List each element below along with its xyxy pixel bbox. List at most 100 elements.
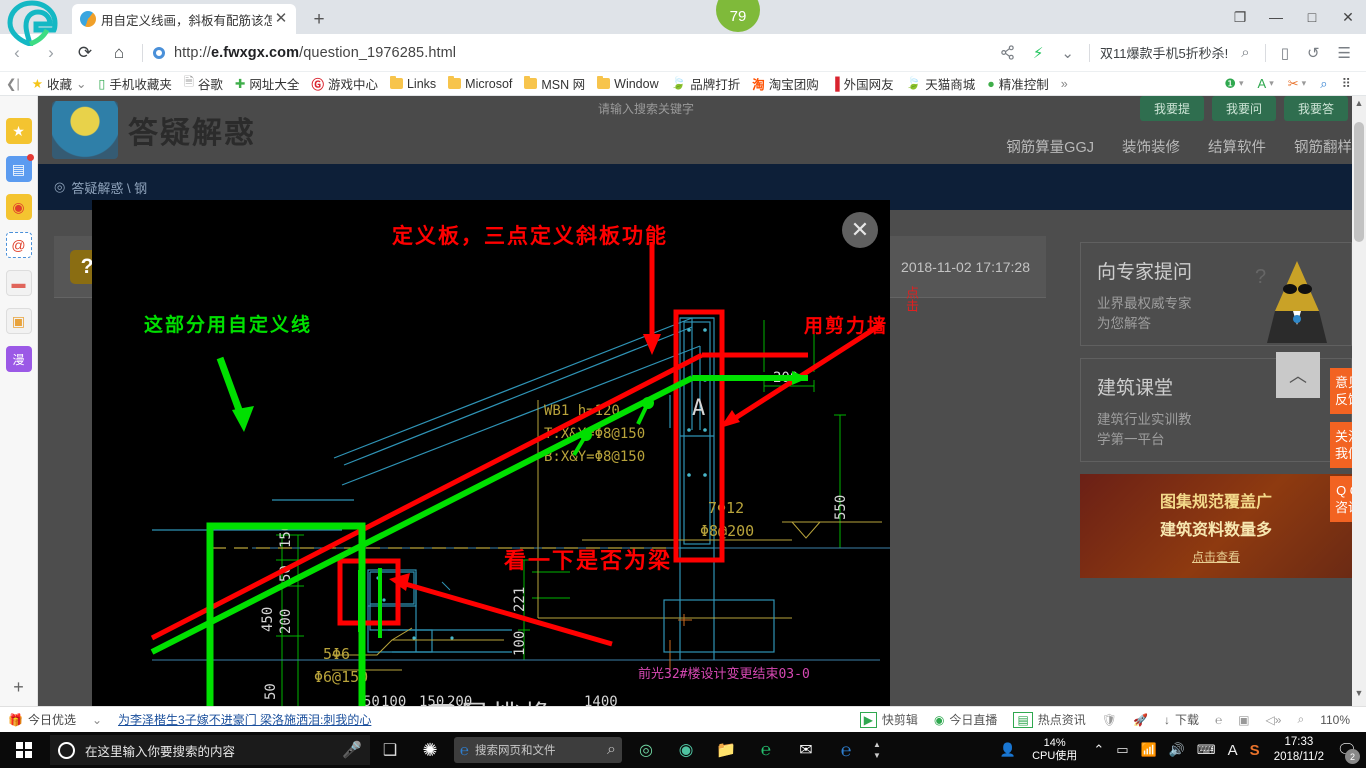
battery-icon[interactable]: ▭ <box>1110 742 1134 758</box>
taskbar-clock[interactable]: 17:33 2018/11/2 <box>1266 735 1332 765</box>
rail-item-news[interactable]: ▤ <box>5 154 34 182</box>
shield-icon[interactable]: 🛡 <box>1094 713 1125 727</box>
mic-icon[interactable]: 🎤 <box>342 740 362 760</box>
tab-close-icon[interactable]: ✕ <box>272 10 290 28</box>
edge-search-box[interactable]: ℮ 搜索网页和文件 ⌕ <box>454 737 622 763</box>
search-icon[interactable]: ⌕ <box>1289 712 1312 727</box>
rail-item-notes[interactable]: ▣ <box>5 308 32 334</box>
rail-item-weibo[interactable]: ◉ <box>5 194 32 220</box>
scissors-icon[interactable]: ✂ ▾ <box>1281 76 1313 92</box>
bookmark-tmall[interactable]: 🍃 天猫商城 <box>900 74 982 93</box>
live-today-button[interactable]: ◉ 今日直播 <box>926 711 1006 728</box>
cpu-usage-indicator[interactable]: 14% CPU使用 <box>1022 737 1087 763</box>
site-nav-item-settlement[interactable]: 结算软件 <box>1194 136 1280 157</box>
bookmark-microsoft[interactable]: Microsof <box>442 76 518 91</box>
window-restore-button[interactable]: ❐ <box>1222 0 1258 34</box>
bookmark-taobao-group[interactable]: 淘 淘宝团购 <box>746 74 825 93</box>
address-bar[interactable]: http://e.fwxgx.com/question_1976285.html <box>149 38 749 68</box>
bookmark-window[interactable]: Window <box>591 76 664 91</box>
window-minimize-button[interactable]: — <box>1258 0 1294 34</box>
rail-add-button[interactable]: + <box>13 677 24 698</box>
search-icon[interactable]: ⌕ <box>607 741 616 759</box>
site-button-answer[interactable]: 我要答 <box>1283 96 1348 121</box>
news-headline-link[interactable]: 为李泽楷生3子嫁不进豪门 梁洛施洒泪:刺我的心 <box>110 711 379 728</box>
scroll-down-arrow-icon[interactable]: ▼ <box>1352 688 1366 704</box>
bookmark-precise-control[interactable]: ● 精准控制 <box>981 74 1055 93</box>
taskbar-cortana-icon[interactable]: ◎ <box>626 732 666 768</box>
bookmark-msn[interactable]: MSN 网 <box>518 74 591 93</box>
menu-icon[interactable]: ☰ <box>1329 38 1360 68</box>
search-icon[interactable]: ⌕ <box>1232 38 1258 68</box>
new-tab-button[interactable]: + <box>306 8 332 34</box>
bookmark-links[interactable]: Links <box>384 76 442 91</box>
keyboard-icon[interactable]: ⌨ <box>1191 742 1222 758</box>
window-close-button[interactable]: ✕ <box>1330 0 1366 34</box>
chevron-down-icon[interactable]: ⌄ <box>1052 38 1083 68</box>
ime-icon[interactable]: A <box>1222 742 1244 759</box>
card-ask-expert[interactable]: 向专家提问 业界最权威专家 为您解答 ? <box>1080 242 1352 346</box>
wifi-icon[interactable]: 📶 <box>1135 742 1163 758</box>
rail-item-mail[interactable]: @ <box>5 232 32 258</box>
bookmark-google[interactable]: 🗎 谷歌 <box>178 73 229 94</box>
taskbar-search-input[interactable]: 在这里输入你要搜索的内容 🎤 <box>50 735 370 765</box>
video-edit-button[interactable]: ▶ 快剪辑 <box>852 711 926 728</box>
download-button[interactable]: ↓ 下载 <box>1156 711 1207 728</box>
task-view-button[interactable]: ❑ <box>370 732 410 768</box>
tray-expand-icon[interactable]: ⌃ <box>1087 742 1110 758</box>
site-nav-item-decoration[interactable]: 装饰装修 <box>1108 136 1194 157</box>
browser-tab[interactable]: 用自定义线画，斜板有配筋该怎么 ✕ <box>72 4 296 34</box>
magnifier-icon[interactable]: ⌕ <box>1313 76 1334 92</box>
today-deals-button[interactable]: 🎁 今日优选 <box>0 711 84 728</box>
apps-grid-icon[interactable]: ⠿ <box>1334 76 1358 92</box>
window-icon[interactable]: ▣ <box>1230 713 1257 727</box>
promo-text[interactable]: 双11爆款手机5折秒杀! <box>1096 43 1232 62</box>
scrollbar-thumb[interactable] <box>1354 122 1364 242</box>
volume-icon[interactable]: 🔊 <box>1163 742 1191 758</box>
status-chevron-icon[interactable]: ⌄ <box>84 713 110 727</box>
taskbar-mail-icon[interactable]: ✉ <box>786 732 826 768</box>
lightning-icon[interactable]: ⚡ <box>1024 38 1053 68</box>
notification-center-button[interactable]: 🗨 2 <box>1332 732 1362 768</box>
taskbar-chrome-icon[interactable]: ◉ <box>666 732 706 768</box>
translate-icon[interactable]: A ▾ <box>1251 76 1281 91</box>
site-button-question[interactable]: 我要问 <box>1211 96 1276 121</box>
reload-icon[interactable]: ⟳ <box>68 38 102 68</box>
chevron-down-icon[interactable]: ⌄ <box>76 76 86 91</box>
bookmarks-collapse-button[interactable]: ❮| <box>0 76 26 91</box>
ie-icon[interactable]: ℮ <box>1207 713 1230 727</box>
volume-icon[interactable]: ◁» <box>1258 713 1290 727</box>
bookmark-game-center[interactable]: Ⓖ 游戏中心 <box>305 74 384 93</box>
bookmarks-overflow-button[interactable]: » <box>1055 77 1074 91</box>
rail-item-favorites[interactable]: ★ <box>5 118 32 144</box>
scroll-up-arrow-icon[interactable]: ▲ <box>1352 98 1366 114</box>
rail-item-comics[interactable]: 漫 <box>5 346 32 372</box>
hot-news-button[interactable]: ▤ 热点资讯 <box>1005 711 1093 728</box>
back-to-top-button[interactable]: ︿ <box>1276 352 1320 398</box>
share-icon[interactable] <box>991 38 1024 68</box>
site-button-ask[interactable]: 我要提 <box>1139 96 1204 121</box>
bookmark-foreign-friends[interactable]: ▐ 外国网友 <box>825 74 900 93</box>
start-button[interactable] <box>0 732 48 768</box>
taskbar-app-icon[interactable]: ✺ <box>410 732 450 768</box>
people-icon[interactable]: 👤 <box>994 742 1022 758</box>
taskbar-scroll-arrows[interactable]: ▲ ▼ <box>866 739 888 761</box>
home-icon[interactable]: ⌂ <box>102 38 136 68</box>
bookmark-favorites[interactable]: ★ 收藏 ⌄ <box>26 74 93 93</box>
ad-cta-link[interactable]: 点击查看 <box>1192 548 1240 565</box>
zoom-level-label[interactable]: 110% <box>1312 713 1358 727</box>
mobile-view-icon[interactable]: ▯ <box>1272 38 1298 68</box>
page-scrollbar[interactable]: ▲ ▼ <box>1352 96 1366 706</box>
window-maximize-button[interactable]: □ <box>1294 0 1330 34</box>
taskbar-explorer-icon[interactable]: 📁 <box>706 732 746 768</box>
taskbar-browser-icon[interactable]: ℮ <box>746 732 786 768</box>
rocket-icon[interactable]: 🚀 <box>1125 713 1156 727</box>
yuan-wallet-icon[interactable]: ❶ ▾ <box>1217 76 1250 92</box>
bookmark-site-directory[interactable]: ✚ 网址大全 <box>229 74 306 93</box>
site-search-input[interactable]: 请输入搜索关键字 <box>598 100 694 117</box>
taskbar-edge-icon[interactable]: ℮ <box>826 732 866 768</box>
advertisement-banner[interactable]: 图集规范覆盖广 建筑资料数量多 点击查看 <box>1080 474 1352 578</box>
rail-item-games[interactable]: ▬ <box>5 270 32 296</box>
notification-count-badge[interactable]: 79 <box>716 0 760 32</box>
undo-icon[interactable]: ↺ <box>1298 38 1329 68</box>
bookmark-brand-discount[interactable]: 🍃 品牌打折 <box>665 74 747 93</box>
